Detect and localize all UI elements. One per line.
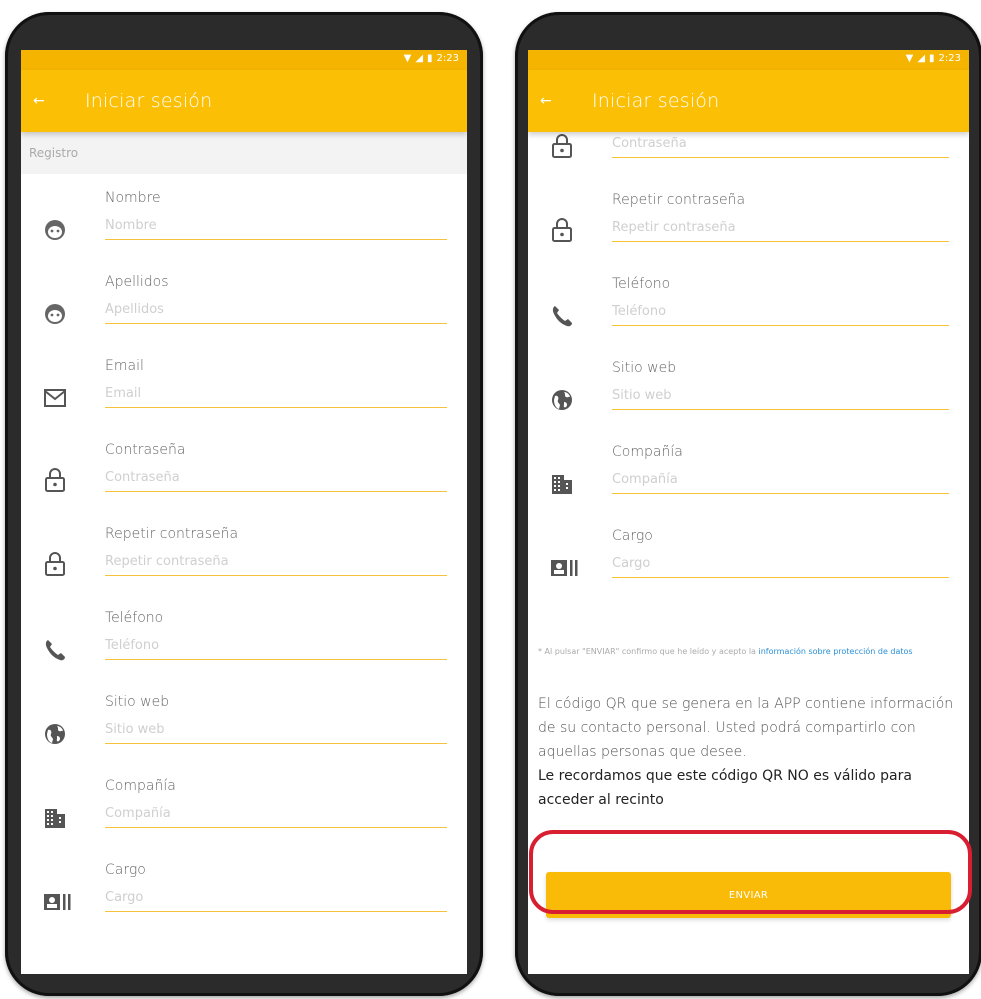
field-label: Sitio web <box>105 694 170 710</box>
field-label: Sitio web <box>612 360 677 376</box>
field-label: Email <box>105 358 144 374</box>
phone-left: ▼ ◢ ▮ 2:23 ← Iniciar sesión Registro Nom… <box>5 12 483 996</box>
field-website: Sitio web <box>21 678 467 762</box>
website-input[interactable] <box>105 722 447 744</box>
field-company: Compañía <box>21 762 467 846</box>
field-website: Sitio web <box>528 344 969 428</box>
back-arrow-icon[interactable]: ← <box>540 93 562 109</box>
company-input[interactable] <box>105 806 447 828</box>
status-time: 2:23 <box>938 53 961 64</box>
lock-icon <box>550 218 574 242</box>
mail-icon <box>43 386 67 410</box>
field-company: Compañía <box>528 428 969 512</box>
field-apellidos: Apellidos <box>21 258 467 342</box>
field-label: Cargo <box>105 862 146 878</box>
battery-icon: ▮ <box>427 53 433 64</box>
status-bar: ▼ ◢ ▮ 2:23 <box>528 50 969 70</box>
lock-icon <box>43 552 67 576</box>
app-bar-title: Iniciar sesión <box>85 90 213 112</box>
field-label: Repetir contraseña <box>612 192 746 208</box>
signal-icon: ◢ <box>917 53 926 64</box>
repeat-password-input[interactable] <box>612 220 949 242</box>
wifi-icon: ▼ <box>905 53 914 64</box>
field-phone: Teléfono <box>528 260 969 344</box>
company-input[interactable] <box>612 472 949 494</box>
field-nombre: Nombre <box>21 174 467 258</box>
field-repeat-password: Repetir contraseña <box>21 510 467 594</box>
field-phone: Teléfono <box>21 594 467 678</box>
position-input[interactable] <box>105 890 447 912</box>
globe-icon <box>43 722 67 746</box>
field-password: Contraseña <box>21 426 467 510</box>
field-email: Email <box>21 342 467 426</box>
status-time: 2:23 <box>436 53 459 64</box>
field-repeat-password: Repetir contraseña <box>528 176 969 260</box>
scroll-content[interactable]: Repetir contraseña Teléfono Sitio web <box>528 132 969 974</box>
field-label: Apellidos <box>105 274 169 290</box>
field-label: Teléfono <box>612 276 671 292</box>
privacy-link[interactable]: información sobre protección de datos <box>759 647 913 656</box>
field-label: Repetir contraseña <box>105 526 239 542</box>
building-icon <box>43 806 67 830</box>
legal-note-text: * Al pulsar "ENVIAR" confirmo que he leí… <box>538 647 759 656</box>
globe-icon <box>550 388 574 412</box>
battery-icon: ▮ <box>929 53 935 64</box>
repeat-password-input[interactable] <box>105 554 447 576</box>
field-label: Compañía <box>105 778 176 794</box>
password-input[interactable] <box>105 470 447 492</box>
status-bar: ▼ ◢ ▮ 2:23 <box>21 50 467 70</box>
legal-note: * Al pulsar "ENVIAR" confirmo que he leí… <box>538 646 955 658</box>
field-label: Cargo <box>612 528 653 544</box>
status-icons: ▼ ◢ ▮ 2:23 <box>404 53 459 64</box>
field-position: Cargo <box>528 512 969 596</box>
password-input[interactable] <box>612 136 949 158</box>
phone-input[interactable] <box>105 638 447 660</box>
website-input[interactable] <box>612 388 949 410</box>
phone-icon <box>550 304 574 328</box>
app-bar: ← Iniciar sesión <box>528 70 969 132</box>
app-bar: ← Iniciar sesión <box>21 70 467 132</box>
lock-icon <box>550 134 574 158</box>
apellidos-input[interactable] <box>105 302 447 324</box>
section-header: Registro <box>21 132 467 174</box>
send-button[interactable]: ENVIAR <box>546 872 951 918</box>
wifi-icon: ▼ <box>403 53 412 64</box>
field-position: Cargo <box>21 846 467 930</box>
field-label: Teléfono <box>105 610 164 626</box>
face-icon <box>43 218 67 242</box>
qr-info: El código QR que se genera en la APP con… <box>538 692 959 812</box>
badge-icon <box>43 890 73 914</box>
screen-left: ▼ ◢ ▮ 2:23 ← Iniciar sesión Registro Nom… <box>21 50 467 974</box>
face-icon <box>43 302 67 326</box>
phone-right: ▼ ◢ ▮ 2:23 ← Iniciar sesión Repetir cont… <box>515 12 981 996</box>
field-label: Nombre <box>105 190 161 206</box>
qr-warning: Le recordamos que este código QR NO es v… <box>538 768 912 808</box>
back-arrow-icon[interactable]: ← <box>33 93 55 109</box>
email-input[interactable] <box>105 386 447 408</box>
status-icons: ▼ ◢ ▮ 2:23 <box>906 53 961 64</box>
phone-icon <box>43 638 67 662</box>
app-bar-title: Iniciar sesión <box>592 90 720 112</box>
field-label: Compañía <box>612 444 683 460</box>
lock-icon <box>43 468 67 492</box>
position-input[interactable] <box>612 556 949 578</box>
nombre-input[interactable] <box>105 218 447 240</box>
field-label: Contraseña <box>105 442 186 458</box>
badge-icon <box>550 556 580 580</box>
screen-right: ▼ ◢ ▮ 2:23 ← Iniciar sesión Repetir cont… <box>528 50 969 974</box>
signal-icon: ◢ <box>415 53 424 64</box>
phone-input[interactable] <box>612 304 949 326</box>
building-icon <box>550 472 574 496</box>
qr-info-text: El código QR que se genera en la APP con… <box>538 696 954 760</box>
